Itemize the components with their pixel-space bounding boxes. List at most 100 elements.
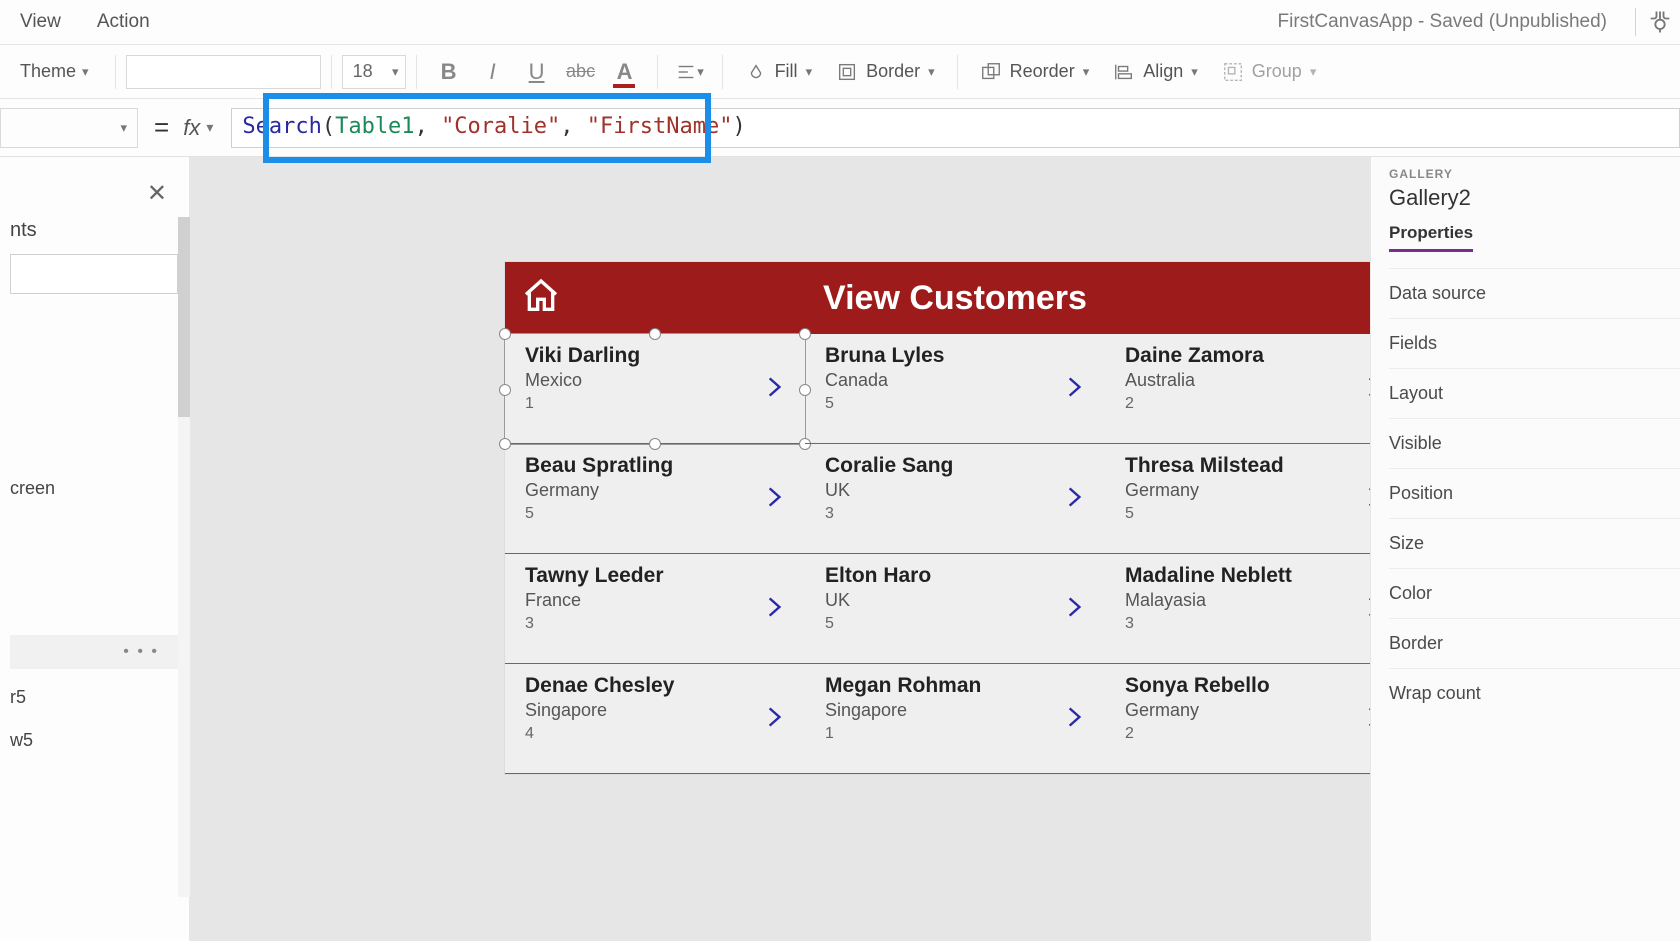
- tree-item[interactable]: w5: [10, 726, 179, 755]
- gallery-item[interactable]: Bruna LylesCanada5: [805, 334, 1105, 444]
- property-selector[interactable]: ▾: [0, 108, 138, 148]
- item-name: Beau Spratling: [525, 454, 785, 478]
- formula-text: ): [732, 114, 745, 139]
- tree-view-pane: ✕ nts creen • • • r5 w5: [0, 157, 190, 941]
- item-name: Viki Darling: [525, 344, 785, 368]
- separator: [657, 55, 658, 89]
- design-canvas[interactable]: View Customers Viki DarlingMexico1Bruna …: [190, 157, 1370, 941]
- app-checker-icon[interactable]: [1646, 8, 1674, 36]
- reorder-label: Reorder: [1010, 61, 1075, 82]
- tree-item[interactable]: creen: [10, 474, 179, 503]
- scrollbar[interactable]: [178, 217, 190, 897]
- group-dropdown[interactable]: Group ▾: [1210, 45, 1329, 98]
- formula-id: Table1: [335, 114, 414, 139]
- border-label: Border: [866, 61, 920, 82]
- property-row[interactable]: Border: [1389, 618, 1680, 668]
- text-align-button[interactable]: ▾: [668, 45, 712, 98]
- gallery-item[interactable]: Megan RohmanSingapore1: [805, 664, 1105, 774]
- gallery-item[interactable]: Thresa MilsteadGermany5: [1105, 444, 1370, 554]
- reorder-dropdown[interactable]: Reorder ▾: [968, 45, 1102, 98]
- theme-dropdown[interactable]: Theme ▾: [4, 45, 105, 98]
- chevron-right-icon[interactable]: [1061, 484, 1087, 510]
- chevron-right-icon[interactable]: [761, 594, 787, 620]
- formula-bar: ▾ = fx ▾ Search(Table1, "Coralie", "Firs…: [0, 99, 1680, 157]
- item-number: 5: [1125, 505, 1370, 523]
- item-number: 2: [1125, 395, 1370, 413]
- gallery-item[interactable]: Tawny LeederFrance3: [505, 554, 805, 664]
- align-icon: [1113, 61, 1135, 83]
- strikethrough-button[interactable]: abc: [559, 45, 603, 98]
- gallery-item[interactable]: Coralie SangUK3: [805, 444, 1105, 554]
- property-row[interactable]: Size: [1389, 518, 1680, 568]
- italic-button[interactable]: I: [471, 45, 515, 98]
- chevron-right-icon[interactable]: [761, 484, 787, 510]
- chevron-right-icon[interactable]: [1061, 594, 1087, 620]
- align-dropdown[interactable]: Align ▾: [1101, 45, 1210, 98]
- gallery[interactable]: Viki DarlingMexico1Bruna LylesCanada5Dai…: [505, 334, 1370, 774]
- item-location: Singapore: [525, 700, 785, 721]
- property-row[interactable]: Fields: [1389, 318, 1680, 368]
- bold-button[interactable]: B: [427, 45, 471, 98]
- gallery-item[interactable]: Viki DarlingMexico1: [505, 334, 805, 444]
- item-number: 2: [1125, 725, 1370, 743]
- close-icon[interactable]: ✕: [147, 179, 167, 208]
- chevron-right-icon[interactable]: [1061, 374, 1087, 400]
- reorder-icon: [980, 61, 1002, 83]
- item-location: Australia: [1125, 370, 1370, 391]
- menu-view[interactable]: View: [2, 11, 79, 33]
- gallery-item[interactable]: Madaline NeblettMalayasia3: [1105, 554, 1370, 664]
- font-size-dropdown[interactable]: 18 ▾: [342, 55, 406, 89]
- chevron-down-icon[interactable]: ▾: [206, 119, 213, 136]
- property-row[interactable]: Color: [1389, 568, 1680, 618]
- tree-search-input[interactable]: [10, 254, 178, 294]
- menu-action[interactable]: Action: [79, 11, 168, 33]
- scrollbar-thumb[interactable]: [178, 217, 190, 417]
- item-location: Germany: [1125, 480, 1370, 501]
- gallery-item[interactable]: Daine ZamoraAustralia2: [1105, 334, 1370, 444]
- font-family-dropdown[interactable]: [126, 55, 321, 89]
- chevron-right-icon[interactable]: [761, 374, 787, 400]
- main-area: ✕ nts creen • • • r5 w5 View Customers V…: [0, 157, 1680, 941]
- item-location: Canada: [825, 370, 1085, 391]
- item-name: Denae Chesley: [525, 674, 785, 698]
- property-row[interactable]: Layout: [1389, 368, 1680, 418]
- gallery-item[interactable]: Elton HaroUK5: [805, 554, 1105, 664]
- home-icon[interactable]: [521, 276, 561, 316]
- item-name: Megan Rohman: [825, 674, 1085, 698]
- property-row[interactable]: Wrap count: [1389, 668, 1680, 718]
- resize-handle[interactable]: [499, 384, 511, 396]
- font-color-button[interactable]: A: [603, 45, 647, 98]
- item-name: Elton Haro: [825, 564, 1085, 588]
- property-row[interactable]: Visible: [1389, 418, 1680, 468]
- formula-input[interactable]: Search(Table1, "Coralie", "FirstName"): [231, 108, 1680, 148]
- gallery-item[interactable]: Denae ChesleySingapore4: [505, 664, 805, 774]
- fill-dropdown[interactable]: Fill ▾: [733, 45, 825, 98]
- chevron-right-icon[interactable]: [1361, 374, 1370, 400]
- border-dropdown[interactable]: Border ▾: [824, 45, 947, 98]
- gallery-item[interactable]: Sonya RebelloGermany2: [1105, 664, 1370, 774]
- chevron-down-icon: ▾: [806, 64, 813, 80]
- item-number: 3: [825, 505, 1085, 523]
- chevron-right-icon[interactable]: [1361, 594, 1370, 620]
- app-preview: View Customers Viki DarlingMexico1Bruna …: [505, 262, 1370, 774]
- format-toolbar: Theme ▾ 18 ▾ B I U abc A ▾ Fill ▾ Border…: [0, 45, 1680, 99]
- menu-bar: View Action FirstCanvasApp - Saved (Unpu…: [0, 0, 1680, 45]
- align-label: Align: [1143, 61, 1183, 82]
- property-row[interactable]: Position: [1389, 468, 1680, 518]
- item-name: Coralie Sang: [825, 454, 1085, 478]
- chevron-right-icon[interactable]: [1361, 484, 1370, 510]
- properties-pane: GALLERY Gallery2 Properties Data sourceF…: [1370, 157, 1680, 941]
- underline-button[interactable]: U: [515, 45, 559, 98]
- separator: [957, 55, 958, 89]
- tree-item[interactable]: r5: [10, 683, 179, 712]
- chevron-right-icon[interactable]: [1061, 704, 1087, 730]
- gallery-item[interactable]: Beau SpratlingGermany5: [505, 444, 805, 554]
- chevron-right-icon[interactable]: [761, 704, 787, 730]
- chevron-right-icon[interactable]: [1361, 704, 1370, 730]
- tree-item-selected[interactable]: • • •: [10, 635, 179, 669]
- item-location: Mexico: [525, 370, 785, 391]
- tab-properties[interactable]: Properties: [1389, 223, 1473, 252]
- item-location: Malayasia: [1125, 590, 1370, 611]
- separator: [416, 55, 417, 89]
- property-row[interactable]: Data source: [1389, 268, 1680, 318]
